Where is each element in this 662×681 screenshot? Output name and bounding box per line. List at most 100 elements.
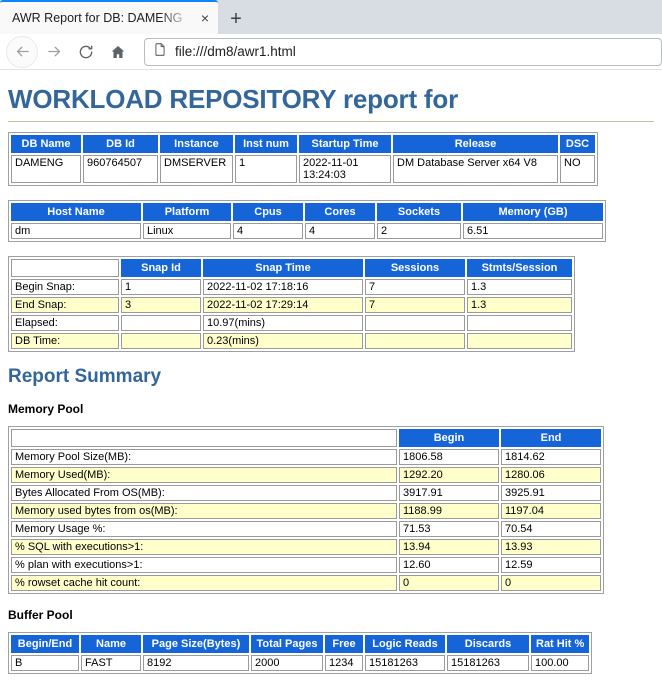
table-header-cell: Name [81,635,141,653]
table-cell: Memory Usage %: [11,521,397,537]
table-row: Memory used bytes from os(MB): 1188.99 119… [11,503,601,519]
back-button[interactable] [6,35,38,68]
table-cell: 15181263 [365,655,445,671]
table-header-cell: Cpus [233,203,303,221]
table-header-blank [11,259,119,277]
table-cell: NO [560,155,595,183]
page-document-icon [153,42,167,62]
table-cell: 3 [121,297,201,313]
table-cell: 2000 [251,655,323,671]
table-cell: % rowset cache hit count: [11,575,397,591]
table-cell: DM Database Server x64 V8 [393,155,558,183]
table-header-cell: Discards [447,635,529,653]
table-header-cell: Inst num [235,135,297,153]
table-cell: End Snap: [11,297,119,313]
table-header-cell: Begin/End [11,635,79,653]
table-header-cell: Page Size(Bytes) [143,635,249,653]
table-cell: 960764507 [83,155,158,183]
table-cell: 1280.06 [501,467,601,483]
table-cell: 2022-11-01 13:24:03 [299,155,391,183]
table-cell: 15181263 [447,655,529,671]
table-cell: 13.94 [399,539,499,555]
table-header-cell: Stmts/Session [467,259,572,277]
navigation-toolbar: file:///dm8/awr1.html [0,34,662,70]
table-header-row: Snap Id Snap Time Sessions Stmts/Session [11,259,572,277]
table-cell [121,315,201,331]
buffer-pool-heading: Buffer Pool [8,608,73,622]
table-header-row: DB Name DB Id Instance Inst num Startup Time… [11,135,595,153]
table-cell: Memory Used(MB): [11,467,397,483]
table-cell: 4 [305,223,375,239]
table-header-cell: Instance [160,135,233,153]
table-cell: 6.51 [463,223,603,239]
table-cell: 1292.20 [399,467,499,483]
table-cell: % plan with executions>1: [11,557,397,573]
address-bar[interactable]: file:///dm8/awr1.html [144,37,662,66]
table-row: B FAST 8192 2000 1234 15181263 15181263 100.0… [11,655,590,671]
table-cell: Memory used bytes from os(MB): [11,503,397,519]
table-row: DAMENG 960764507 DMSERVER 1 2022-11-01 13:24… [11,155,595,183]
table-header-row: Begin/End Name Page Size(Bytes) Total Pages… [11,635,590,653]
table-cell: 1234 [325,655,363,671]
close-icon[interactable]: × [196,9,214,27]
table-header-cell: Total Pages [251,635,323,653]
database-info-table: DB Name DB Id Instance Inst num Startup Time… [8,132,598,186]
table-cell: 2022-11-02 17:18:16 [203,279,363,295]
arrow-left-icon [14,43,31,60]
table-cell: 13.93 [501,539,601,555]
table-row: Memory Used(MB): 1292.20 1280.06 [11,467,601,483]
table-cell: 1.3 [467,279,572,295]
table-row: % plan with executions>1: 12.60 12.59 [11,557,601,573]
table-header-cell: Begin [399,429,499,447]
new-tab-button[interactable]: + [218,4,254,34]
table-cell: 1197.04 [501,503,601,519]
table-cell: 1.3 [467,297,572,313]
table-header-cell: Sessions [365,259,465,277]
table-cell: 1814.62 [501,449,601,465]
table-row: Begin Snap: 1 2022-11-02 17:18:16 7 1.3 [11,279,572,295]
home-button[interactable] [102,36,134,68]
table-cell [365,315,465,331]
table-cell: 1 [121,279,201,295]
table-cell: 12.59 [501,557,601,573]
table-row: dm Linux 4 4 2 6.51 [11,223,603,239]
table-header-cell: Cores [305,203,375,221]
arrow-right-icon [46,43,63,60]
memory-pool-heading: Memory Pool [8,402,84,416]
table-header-cell: Rat Hit % [531,635,590,653]
table-cell: DB Time: [11,333,119,349]
reload-button[interactable] [70,36,102,68]
table-cell: 7 [365,279,465,295]
table-header-cell: DSC [560,135,595,153]
home-icon [110,44,126,60]
title-divider [8,121,654,122]
table-cell: Linux [143,223,231,239]
table-cell [467,333,572,349]
table-cell: Begin Snap: [11,279,119,295]
table-row: Bytes Allocated From OS(MB): 3917.91 3925.… [11,485,601,501]
table-cell: DAMENG [11,155,81,183]
table-cell: DMSERVER [160,155,233,183]
table-header-cell: Snap Id [121,259,201,277]
report-summary-heading: Report Summary [8,366,162,387]
buffer-pool-table: Begin/End Name Page Size(Bytes) Total Pages… [8,632,593,674]
table-cell [365,333,465,349]
table-cell: 0 [501,575,601,591]
browser-tab-awr-report[interactable]: AWR Report for DB: DAMENG × [0,0,218,34]
table-cell: 4 [233,223,303,239]
table-cell: % SQL with executions>1: [11,539,397,555]
table-cell: Bytes Allocated From OS(MB): [11,485,397,501]
table-cell: B [11,655,79,671]
page-title: WORKLOAD REPOSITORY report for [8,84,458,114]
tab-strip: AWR Report for DB: DAMENG × + [0,0,662,34]
table-row: Memory Pool Size(MB): 1806.58 1814.62 [11,449,601,465]
browser-window: AWR Report for DB: DAMENG × + file:///dm… [0,0,662,681]
table-cell: 1 [235,155,297,183]
table-cell: 2022-11-02 17:29:14 [203,297,363,313]
table-row: Memory Usage %: 71.53 70.54 [11,521,601,537]
table-cell: 1188.99 [399,503,499,519]
table-header-cell: Host Name [11,203,141,221]
table-cell: 3925.91 [501,485,601,501]
forward-button[interactable] [38,36,70,68]
table-header-row: Begin End [11,429,601,447]
